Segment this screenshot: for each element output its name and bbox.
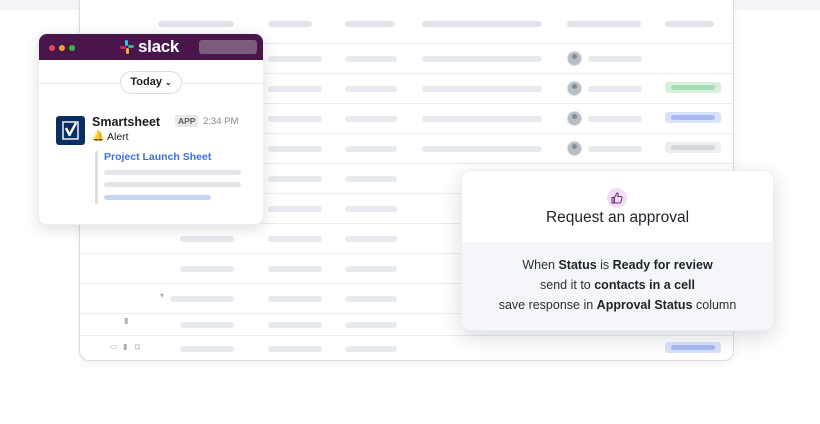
approval-title: Request an approval	[545, 209, 690, 226]
text-send-it-to: send it to	[540, 278, 595, 292]
value-contacts-in-a-cell: contacts in a cell	[594, 278, 695, 292]
approval-card-header: Request an approval	[462, 171, 773, 242]
placeholder-link-line	[104, 195, 211, 200]
approval-response-line: save response in Approval Status column	[462, 298, 773, 312]
status-pill-green	[665, 82, 721, 93]
approval-condition-line: When Status is Ready for review	[462, 258, 773, 272]
slack-notification-card: slack Today ⌄ Smartsheet APP 2:34 PM 🔔 Al…	[38, 33, 264, 225]
window-close-dot[interactable]	[49, 45, 55, 51]
field-status: Status	[558, 258, 597, 272]
attachment-icon[interactable]: ▮	[123, 342, 127, 351]
lock-icon[interactable]: ◘	[135, 342, 140, 351]
chevron-down-icon[interactable]: ▾	[160, 291, 164, 300]
avatar	[567, 141, 582, 156]
avatar	[567, 81, 582, 96]
status-pill-blue	[665, 112, 721, 123]
window-minimize-dot[interactable]	[59, 45, 65, 51]
approval-recipient-line: send it to contacts in a cell	[462, 278, 773, 292]
attachment-quote-bar	[95, 151, 98, 204]
slack-search-bar[interactable]	[199, 40, 257, 54]
thumbs-up-icon	[607, 188, 627, 208]
placeholder-line	[104, 170, 241, 175]
app-badge: APP	[175, 115, 199, 127]
text-save-response-in: save response in	[498, 298, 597, 312]
slack-logo-icon	[120, 40, 134, 54]
avatar	[567, 51, 582, 66]
approval-workflow-card: Request an approval When Status is Ready…	[461, 170, 774, 331]
field-approval-status: Approval Status	[596, 298, 693, 312]
text-is: is	[596, 258, 613, 272]
avatar	[567, 111, 582, 126]
text-when: When	[522, 258, 559, 272]
text-column: column	[692, 298, 737, 312]
attachment-icon[interactable]: ▮	[124, 316, 128, 325]
table-row[interactable]: ▭ ▮ ◘	[80, 336, 733, 360]
sheet-link[interactable]: Project Launch Sheet	[104, 151, 211, 163]
window-maximize-dot[interactable]	[69, 45, 75, 51]
comment-icon[interactable]: ▭	[110, 342, 118, 351]
alert-label: Alert	[107, 131, 129, 143]
approval-card-body: When Status is Ready for review send it …	[462, 242, 773, 330]
placeholder-line	[104, 182, 241, 187]
message-timestamp[interactable]: 2:34 PM	[203, 116, 238, 127]
smartsheet-logo-icon	[56, 116, 85, 145]
slack-wordmark: slack	[138, 37, 180, 56]
slack-window-header: slack	[39, 34, 263, 60]
status-pill-blue	[665, 342, 721, 353]
status-pill-gray	[665, 142, 721, 153]
bell-icon: 🔔	[92, 131, 105, 142]
value-ready-for-review: Ready for review	[612, 258, 713, 272]
date-pill-label: Today	[130, 76, 162, 88]
sender-name[interactable]: Smartsheet	[92, 115, 160, 129]
date-pill[interactable]: Today ⌄	[120, 71, 182, 94]
chevron-down-icon: ⌄	[164, 78, 172, 87]
